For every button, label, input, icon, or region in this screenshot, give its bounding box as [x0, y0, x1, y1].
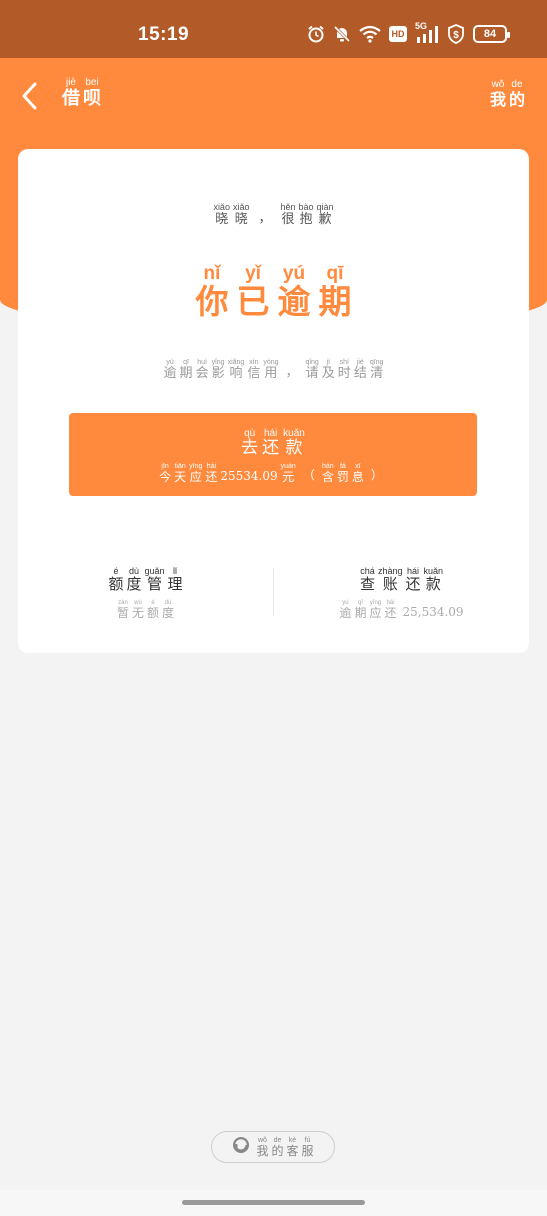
pinyin-char: yuán 元 — [280, 463, 296, 484]
pinyin-char: hái 还 — [384, 600, 397, 620]
pinyin-char: jié 结 — [353, 359, 367, 381]
paren-close: ） — [370, 468, 383, 482]
status-icons: HD 5G $ 84 — [307, 21, 510, 44]
mine-char: de 的 — [508, 79, 525, 109]
status-time: 15:19 — [138, 24, 190, 45]
status-bar: 15:19 HD 5G $ 84 — [0, 0, 547, 58]
chevron-left-icon — [22, 82, 37, 110]
pinyin-char: qī 期 — [318, 263, 352, 321]
bills-repayment[interactable]: chá 查 zhàng 账 hái 还 kuǎn 款 yú 逾 qī 期 yīng 应 hái… — [274, 567, 529, 620]
pinyin-char: xī 息 — [351, 463, 364, 484]
pinyin-char: jí 及 — [321, 359, 335, 381]
comma: ， — [285, 365, 299, 380]
title-char: jiè 借 — [62, 77, 80, 109]
customer-service-button[interactable]: wǒ 我 de 的 kè 客 fú 服 — [211, 1131, 335, 1163]
5g-signal-icon: 5G — [415, 21, 439, 44]
mute-bell-icon — [333, 25, 351, 43]
bills-overdue-amount: yú 逾 qī 期 yīng 应 hái 还 25,534.09 — [339, 600, 463, 619]
security-shield-icon: $ — [447, 24, 465, 44]
comma: ， — [258, 211, 272, 226]
credit-warning: yú 逾 qī 期 huì 会 yǐng 影 xiǎng 响 xìn 信 yòng 用 ， q… — [18, 359, 529, 380]
pinyin-char: qù 去 — [241, 428, 259, 458]
svg-text:$: $ — [453, 30, 459, 41]
repay-amount: 25534.09 — [220, 469, 278, 483]
paren-open: （ — [302, 468, 315, 482]
home-indicator[interactable] — [182, 1200, 365, 1205]
pinyin-char: qīng 清 — [369, 359, 384, 381]
pinyin-char: hán 含 — [321, 463, 334, 484]
battery-icon: 84 — [473, 25, 510, 43]
pinyin-char: de 的 — [271, 1137, 284, 1158]
page-title: jiè 借 bei 呗 — [62, 78, 101, 108]
pinyin-char: qǐng 请 — [305, 359, 319, 381]
mine-char: wǒ 我 — [489, 79, 506, 109]
overdue-amount: 25,534.09 — [402, 605, 464, 619]
pinyin-char: guǎn 管 — [144, 566, 165, 593]
pinyin-char: huì 会 — [195, 359, 209, 381]
pinyin-char: é额 — [108, 566, 124, 593]
pinyin-char: yīng 应 — [189, 463, 203, 484]
pinyin-char: kè 客 — [286, 1137, 299, 1158]
pinyin-char: yīng 应 — [369, 600, 382, 620]
pinyin-char: kuǎn 款 — [283, 428, 305, 458]
pinyin-char: xiǎo 晓 — [232, 202, 250, 227]
back-button[interactable] — [14, 80, 46, 112]
headset-icon — [232, 1136, 250, 1158]
pinyin-char: yú 逾 — [277, 263, 311, 321]
pinyin-char: hái 还 — [405, 566, 421, 593]
pinyin-char: nǐ 你 — [195, 263, 229, 321]
pinyin-char: xiǎo 晓 — [213, 202, 230, 227]
pinyin-char: tiān 天 — [174, 463, 187, 484]
quota-status: zàn 暂 wú 无 é额 dù 度 — [117, 600, 174, 619]
pinyin-char: yú 逾 — [339, 600, 352, 620]
bills-title: chá 查 zhàng 账 hái 还 kuǎn 款 — [360, 567, 443, 592]
greeting-text: xiǎo 晓 xiǎo 晓 ， hěn 很 bào 抱 qiàn 歉 — [18, 202, 529, 227]
repay-amount-line: jīn 今 tiān 天 yīng 应 hái 还 25534.09 yuán 元 （ h… — [69, 463, 477, 483]
hd-icon: HD — [389, 26, 407, 42]
pinyin-char: qiàn 歉 — [316, 202, 334, 227]
pinyin-char: fú 服 — [301, 1137, 314, 1158]
pinyin-char: chá 查 — [359, 566, 375, 593]
quota-management[interactable]: é额 dù 度 guǎn 管 lǐ 理 zàn 暂 wú 无 é额 dù 度 — [18, 567, 273, 620]
pinyin-char: qī 期 — [179, 359, 193, 381]
pinyin-char: zhàng 账 — [377, 566, 403, 593]
pinyin-char: hěn 很 — [280, 202, 296, 227]
pinyin-char: é额 — [147, 600, 160, 620]
mine-link[interactable]: wǒ 我 de 的 — [490, 80, 525, 108]
pinyin-char: yú 逾 — [163, 359, 177, 381]
title-char: bei 呗 — [83, 77, 101, 109]
pinyin-char: xiǎng 响 — [227, 359, 245, 381]
pinyin-char: wǒ 我 — [256, 1137, 269, 1158]
pinyin-char: hái 还 — [205, 463, 218, 484]
alarm-icon — [307, 25, 325, 43]
quota-title: é额 dù 度 guǎn 管 lǐ 理 — [108, 567, 182, 592]
overdue-headline: nǐ 你 yǐ 已 yú 逾 qī 期 — [18, 264, 529, 318]
pinyin-char: lǐ 理 — [167, 566, 183, 593]
pinyin-char: dù 度 — [126, 566, 142, 593]
pinyin-char: xìn 信 — [247, 359, 261, 381]
pinyin-char: yǐng 影 — [211, 359, 225, 381]
pinyin-char: jīn 今 — [159, 463, 172, 484]
pinyin-char: hái 还 — [262, 428, 280, 458]
pinyin-char: yòng 用 — [263, 359, 279, 381]
pinyin-char: fá 罚 — [336, 463, 349, 484]
pinyin-char: zàn 暂 — [116, 600, 129, 620]
pinyin-char: qī 期 — [354, 600, 367, 620]
pinyin-char: dù 度 — [162, 600, 175, 620]
overdue-card: xiǎo 晓 xiǎo 晓 ， hěn 很 bào 抱 qiàn 歉 nǐ 你 yǐ 已 yú… — [18, 149, 529, 653]
pinyin-char: kuǎn 款 — [423, 566, 444, 593]
repay-button[interactable]: qù 去 hái 还 kuǎn 款 jīn 今 tiān 天 yīng 应 hái 还 255… — [69, 413, 477, 496]
repay-button-label: qù 去 hái 还 kuǎn 款 — [69, 429, 477, 457]
pinyin-char: shí 时 — [337, 359, 351, 381]
customer-service-label: wǒ 我 de 的 kè 客 fú 服 — [256, 1137, 313, 1157]
pinyin-char: yǐ 已 — [236, 263, 270, 321]
pinyin-char: bào 抱 — [298, 202, 314, 227]
pinyin-char: wú 无 — [131, 600, 144, 620]
wifi-icon — [359, 25, 381, 43]
